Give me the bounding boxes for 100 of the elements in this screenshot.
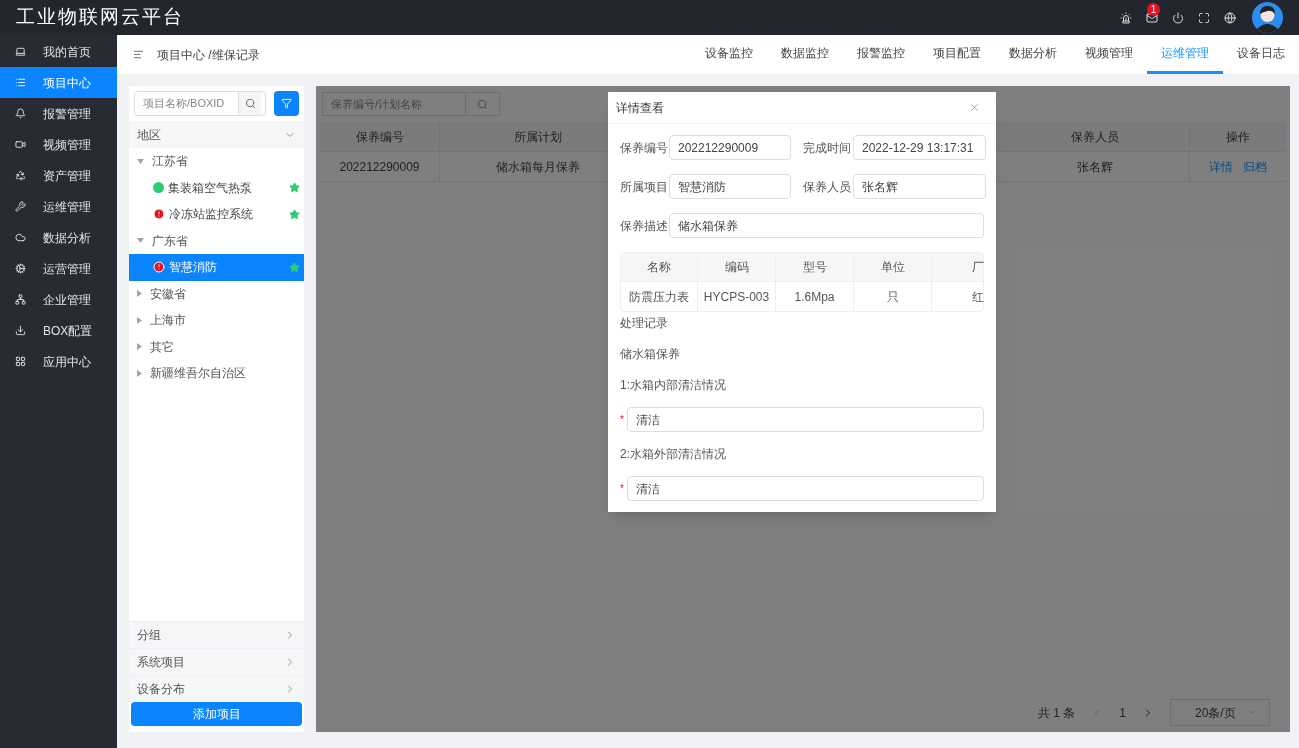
sidebar-item[interactable]: 我的首页 (0, 36, 117, 67)
section-header[interactable]: 设备分布 (129, 675, 304, 702)
section-label: 分组 (137, 627, 161, 644)
filter-icon (281, 98, 292, 109)
column-header: 名称 (621, 253, 698, 281)
star-icon[interactable] (289, 208, 300, 220)
project-item[interactable]: 集装箱空气热泵 (129, 174, 304, 201)
grid-icon (15, 356, 26, 367)
caret-down-icon[interactable] (137, 238, 144, 244)
cloud-icon (15, 232, 26, 243)
video-camera-icon (15, 139, 26, 150)
download-icon (15, 325, 26, 336)
answer-field[interactable]: 清洁 (627, 407, 984, 432)
sidebar-item[interactable]: 数据分析 (0, 222, 117, 253)
section-header[interactable]: 系统项目 (129, 648, 304, 675)
fullscreen-icon[interactable] (1198, 11, 1210, 24)
nav-tab[interactable]: 数据分析 (995, 35, 1071, 74)
sidebar-label: 应用中心 (43, 353, 91, 371)
caret-right-icon[interactable] (137, 343, 142, 351)
field-value[interactable]: 智慧消防 (669, 174, 791, 199)
total-count: 共 1 条 (1037, 704, 1076, 722)
column-header: 厂 (971, 259, 985, 276)
tree-node-label[interactable]: 上海市 (150, 311, 186, 330)
section-label: 设备分布 (137, 681, 185, 698)
sidebar-item[interactable]: 资产管理 (0, 160, 117, 191)
nav-tab[interactable]: 设备日志 (1223, 35, 1299, 74)
table-cell: HYCPS-003 (698, 282, 776, 311)
tree-node-label[interactable]: 广东省 (152, 231, 188, 250)
dialog-title: 详情查看 (616, 99, 664, 117)
search-icon[interactable] (477, 98, 488, 110)
search-field[interactable]: 项目名称/BOXID (134, 91, 266, 116)
sidebar-item[interactable]: 运维管理 (0, 191, 117, 222)
answer-field[interactable]: 清洁 (627, 476, 984, 501)
nav-tab[interactable]: 视频管理 (1071, 35, 1147, 74)
nav-tab[interactable]: 数据监控 (767, 35, 843, 74)
section-label: 系统项目 (137, 654, 185, 671)
required-mark: * (620, 414, 624, 425)
field-label: 所属项目 (620, 178, 669, 196)
search-icon[interactable] (244, 98, 256, 109)
laptop-icon (15, 46, 26, 57)
field-value[interactable]: 储水箱保养 (669, 213, 984, 238)
table-cell-text: 红 (971, 288, 985, 306)
sidebar-item[interactable]: 运营管理 (0, 253, 117, 284)
sidebar-label: BOX配置 (43, 322, 93, 340)
search-input[interactable]: 项目名称/BOXID (135, 92, 238, 115)
table-cell: 202212290009 (320, 152, 440, 181)
page-size-select[interactable]: 20条/页 (1170, 699, 1270, 726)
star-icon[interactable] (289, 182, 300, 194)
mail-icon[interactable] (1146, 11, 1158, 24)
nav-tab[interactable]: 项目配置 (919, 35, 995, 74)
project-name: 集装箱空气热泵 (168, 179, 253, 197)
sidebar-item[interactable]: 项目中心 (0, 67, 117, 98)
section-header[interactable]: 分组 (129, 621, 304, 648)
region-label: 地区 (137, 126, 161, 144)
project-name: 冷冻站监控系统 (169, 206, 254, 224)
sidebar-item[interactable]: 应用中心 (0, 346, 117, 377)
close-icon[interactable] (969, 102, 980, 113)
field-value[interactable]: 202212290009 (669, 135, 791, 160)
question-text: 1:水箱内部清洁情况 (620, 377, 727, 394)
table-cell: 张名辉 (1000, 152, 1190, 181)
nav-tab[interactable]: 报警监控 (843, 35, 919, 74)
column-header: 保养人员 (1000, 122, 1190, 151)
sidebar-label: 企业管理 (43, 291, 91, 309)
caret-right-icon[interactable] (137, 316, 142, 324)
globe-icon[interactable] (1224, 11, 1236, 24)
tree-node-label[interactable]: 其它 (150, 337, 174, 356)
nav-tab[interactable]: 设备监控 (691, 35, 767, 74)
caret-right-icon[interactable] (137, 369, 142, 377)
siren-icon[interactable] (1120, 11, 1132, 24)
avatar[interactable] (1252, 2, 1283, 33)
power-icon[interactable] (1172, 11, 1184, 24)
field-label: 保养人员 (802, 178, 852, 196)
region-header[interactable]: 地区 (129, 121, 304, 148)
sidebar-item[interactable]: 视频管理 (0, 129, 117, 160)
column-header: 编码 (698, 253, 776, 281)
sidebar-item[interactable]: 报警管理 (0, 98, 117, 129)
table-cell: 1.6Mpa (776, 282, 854, 311)
add-project-button[interactable]: 添加项目 (131, 702, 302, 726)
app-title: 工业物联网云平台 (16, 5, 185, 30)
filter-button[interactable] (274, 91, 299, 116)
sidebar-item[interactable]: BOX配置 (0, 315, 117, 346)
menu-icon[interactable] (133, 49, 144, 60)
caret-right-icon[interactable] (137, 290, 142, 298)
field-value[interactable]: 张名辉 (853, 174, 986, 199)
star-icon[interactable] (289, 261, 300, 273)
column-header: 操作 (1225, 128, 1251, 146)
field-label: 保养描述 (620, 217, 669, 235)
project-item[interactable]: 冷冻站监控系统 (129, 201, 304, 228)
alert-icon (153, 261, 165, 274)
caret-down-icon[interactable] (137, 158, 144, 164)
project-item[interactable]: 智慧消防 (129, 254, 304, 281)
page-number[interactable]: 1 (1119, 703, 1126, 722)
sidebar-item[interactable]: 企业管理 (0, 284, 117, 315)
wrench-icon (15, 201, 26, 212)
field-value[interactable]: 2022-12-29 13:17:31 (853, 135, 986, 160)
tree-node-label[interactable]: 安徽省 (150, 284, 186, 303)
list-icon (15, 77, 26, 88)
tree-node-label[interactable]: 新疆维吾尔自治区 (150, 364, 246, 383)
gear-icon (15, 263, 26, 274)
tree-node-label[interactable]: 江苏省 (152, 152, 188, 171)
